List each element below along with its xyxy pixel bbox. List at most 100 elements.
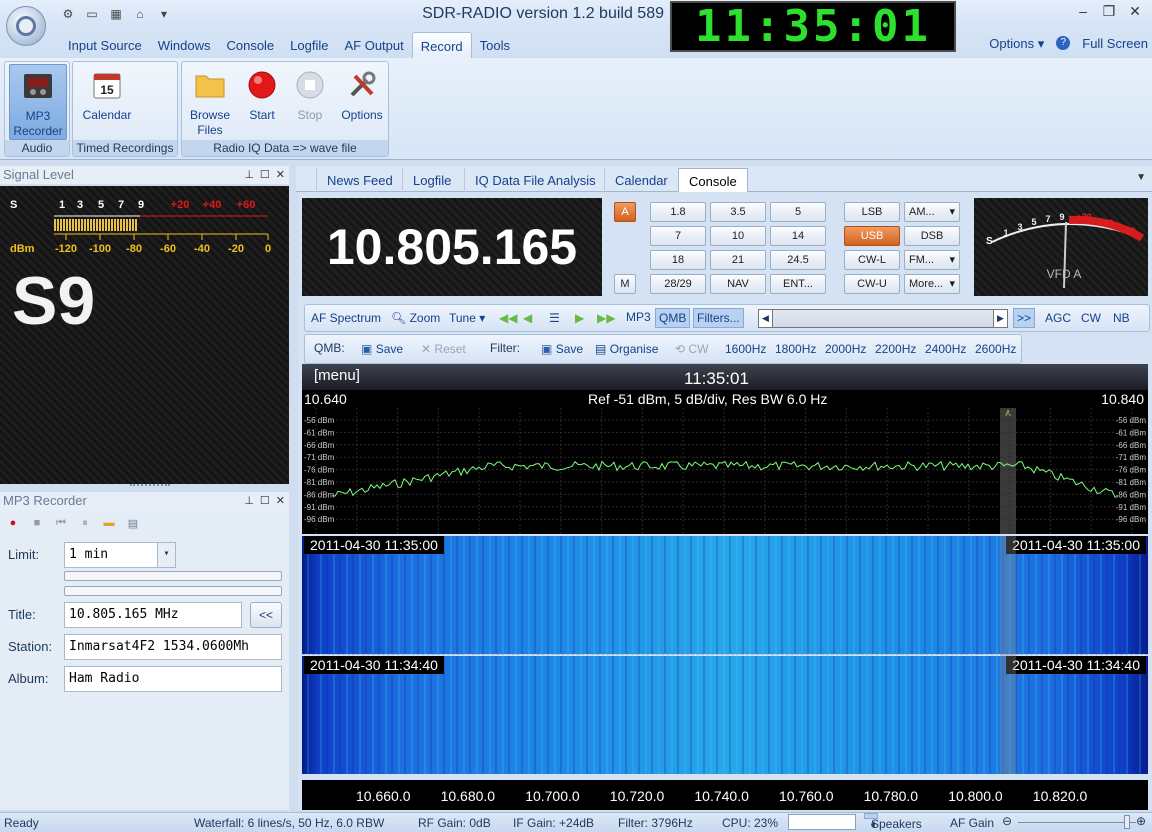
minimize-button[interactable]: –: [1070, 3, 1096, 23]
filter-cw-button[interactable]: ⟲ CW: [675, 342, 708, 356]
fast-forward-icon[interactable]: ▶▶: [597, 311, 615, 325]
spectrum-menu-button[interactable]: [menu]: [314, 367, 360, 384]
band-button[interactable]: 1.8: [650, 202, 706, 222]
tab-list-dropdown-icon[interactable]: ▼: [1136, 172, 1146, 183]
mode-button[interactable]: FM... ▾: [904, 250, 960, 270]
band-button[interactable]: 21: [710, 250, 766, 270]
stop-record-button[interactable]: Stop: [284, 64, 336, 140]
tab-record[interactable]: Record: [411, 32, 472, 60]
rewind-icon[interactable]: ◀◀: [499, 311, 517, 325]
tab-console-doc[interactable]: Console: [678, 168, 748, 192]
mode-button[interactable]: CW-U: [844, 274, 900, 294]
pause-icon[interactable]: ⏸: [76, 514, 94, 532]
band-button[interactable]: 7: [650, 226, 706, 246]
browse-files-button[interactable]: Browse Files: [184, 64, 236, 140]
record-options-button[interactable]: Options: [336, 64, 388, 140]
back-icon[interactable]: ◀: [523, 311, 532, 325]
pin-icon[interactable]: ⊥: [244, 492, 254, 510]
folder-icon[interactable]: ▬: [100, 514, 118, 532]
tab-news-feed[interactable]: News Feed: [316, 168, 403, 192]
filter-2400-button[interactable]: 2400Hz: [925, 342, 966, 356]
agc-button[interactable]: AGC: [1045, 311, 1071, 325]
tab-input-source[interactable]: Input Source: [60, 32, 150, 60]
calendar-button[interactable]: 15 Calendar: [77, 64, 137, 140]
frequency-display[interactable]: 10.805.165: [302, 198, 602, 296]
band-button[interactable]: 10: [710, 226, 766, 246]
tab-console[interactable]: Console: [218, 32, 282, 60]
filters-button[interactable]: Filters...: [693, 308, 744, 328]
copy-frequency-button[interactable]: <<: [250, 602, 282, 628]
zoom-button[interactable]: 🔍︎ Zoom: [391, 311, 440, 325]
organise-button[interactable]: ▤ Organise: [595, 342, 658, 356]
full-screen-button[interactable]: Full Screen: [1082, 36, 1148, 52]
waterfall-display[interactable]: 2011-04-30 11:35:00 2011-04-30 11:35:00 …: [302, 536, 1148, 780]
af-spectrum-button[interactable]: AF Spectrum: [311, 311, 381, 325]
qmb-button[interactable]: QMB: [655, 308, 691, 328]
band-button[interactable]: ENT...: [770, 274, 826, 294]
mode-button[interactable]: AM... ▾: [904, 202, 960, 222]
scroll-left-icon[interactable]: ◀: [759, 310, 773, 327]
options-menu[interactable]: Options ▾: [989, 36, 1044, 52]
record-icon[interactable]: ●: [4, 514, 22, 532]
tab-logfile[interactable]: Logfile: [282, 32, 336, 60]
filter-1600-button[interactable]: 1600Hz: [725, 342, 766, 356]
mode-button[interactable]: More... ▾: [904, 274, 960, 294]
band-button[interactable]: 18: [650, 250, 706, 270]
af-gain-slider[interactable]: [1018, 822, 1136, 823]
filter-2200-button[interactable]: 2200Hz: [875, 342, 916, 356]
station-field[interactable]: Inmarsat4F2 1534.0600Mh: [64, 634, 282, 660]
tab-iq-analysis[interactable]: IQ Data File Analysis: [464, 168, 606, 192]
stop-icon[interactable]: ■: [28, 514, 46, 532]
af-gain-minus-icon[interactable]: ⊖: [1002, 814, 1012, 828]
title-field[interactable]: 10.805.165 MHz: [64, 602, 242, 628]
previous-icon[interactable]: ⏮: [52, 514, 70, 532]
restore-button[interactable]: ❐: [1096, 3, 1122, 23]
nb-button[interactable]: NB: [1113, 311, 1130, 325]
vfo-a-button[interactable]: A: [614, 202, 636, 222]
tab-logfile-doc[interactable]: Logfile: [402, 168, 461, 192]
band-button[interactable]: 3.5: [710, 202, 766, 222]
maximize-icon[interactable]: ☐: [260, 166, 270, 184]
filter-2000-button[interactable]: 2000Hz: [825, 342, 866, 356]
tab-calendar-doc[interactable]: Calendar: [604, 168, 678, 192]
more-button[interactable]: >>: [1013, 308, 1036, 328]
forward-icon[interactable]: ▶: [575, 311, 584, 325]
band-button[interactable]: 14: [770, 226, 826, 246]
af-gain-plus-icon[interactable]: ⊕: [1136, 814, 1146, 828]
close-icon[interactable]: ✕: [276, 166, 285, 184]
mode-button[interactable]: LSB: [844, 202, 900, 222]
chevron-down-icon[interactable]: ▾: [157, 543, 175, 567]
frequency-scrollbar[interactable]: ◀ ▶: [758, 309, 1008, 328]
mode-button[interactable]: USB: [844, 226, 900, 246]
mode-button[interactable]: DSB: [904, 226, 960, 246]
memory-button[interactable]: M: [614, 274, 636, 294]
filter-1800-button[interactable]: 1800Hz: [775, 342, 816, 356]
limit-select[interactable]: 1 min ▾: [64, 542, 176, 568]
panel-splitter[interactable]: [130, 484, 170, 488]
band-button[interactable]: NAV: [710, 274, 766, 294]
album-field[interactable]: Ham Radio: [64, 666, 282, 692]
spectrum-display[interactable]: A -56 dBm -56 dBm -61 dBm -61 dBm -66 dBm -66…: [302, 408, 1148, 534]
qmb-reset-button[interactable]: ✕ Reset: [421, 342, 466, 356]
band-button[interactable]: 24.5: [770, 250, 826, 270]
start-record-button[interactable]: Start: [236, 64, 288, 140]
list-icon[interactable]: ☰: [549, 311, 560, 325]
tune-dropdown[interactable]: Tune ▾: [449, 311, 485, 325]
tab-af-output[interactable]: AF Output: [336, 32, 411, 60]
close-button[interactable]: ✕: [1122, 3, 1148, 23]
scroll-right-icon[interactable]: ▶: [993, 310, 1007, 327]
mp3-recorder-button[interactable]: MP3 Recorder: [9, 64, 67, 140]
pin-icon[interactable]: ⊥: [244, 166, 254, 184]
band-button[interactable]: 28/29: [650, 274, 706, 294]
properties-icon[interactable]: ▤: [124, 514, 142, 532]
speakers-button[interactable]: 🔈︎ Speakers: [864, 813, 922, 831]
qmb-save-button[interactable]: ▣ Save: [361, 342, 403, 356]
help-icon[interactable]: ?: [1056, 36, 1071, 50]
af-gain-slider-thumb[interactable]: [1124, 815, 1130, 829]
band-button[interactable]: 5: [770, 202, 826, 222]
tab-tools[interactable]: Tools: [472, 32, 518, 60]
filter-2600-button[interactable]: 2600Hz: [975, 342, 1016, 356]
application-menu-button[interactable]: [6, 6, 46, 46]
filter-save-button[interactable]: ▣ Save: [541, 342, 583, 356]
cw-button[interactable]: CW: [1081, 311, 1101, 325]
